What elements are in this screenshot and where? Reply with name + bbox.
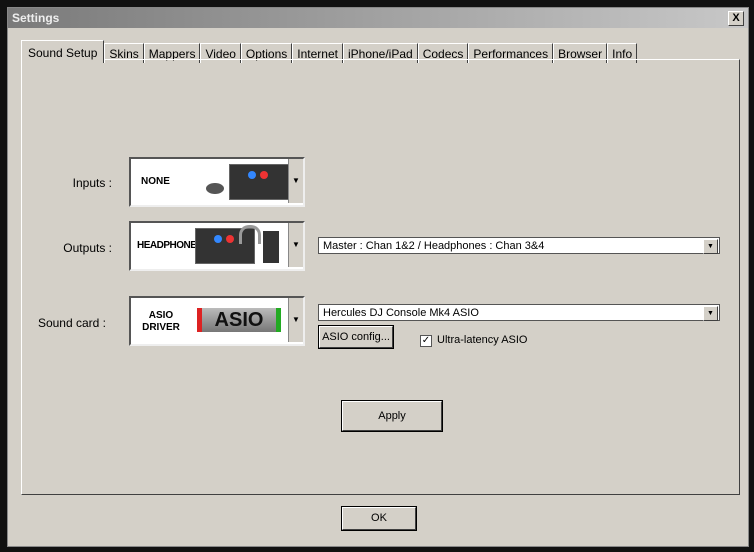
speaker-icon — [263, 231, 279, 263]
sound-setup-panel: Inputs : NONE ▼ Outputs : HEADPHONES ▼ M… — [21, 59, 740, 495]
ok-button[interactable]: OK — [341, 506, 417, 531]
asio-config-button[interactable]: ASIO config... — [318, 325, 394, 349]
window-title: Settings — [12, 11, 60, 25]
output-routing-select[interactable]: Master : Chan 1&2 / Headphones : Chan 3&… — [318, 237, 720, 254]
tab-sound-setup[interactable]: Sound Setup — [21, 40, 105, 63]
outputs-value: HEADPHONES — [137, 240, 203, 251]
sound-device-select[interactable]: Hercules DJ Console Mk4 ASIO ▼ — [318, 304, 720, 321]
chevron-down-icon[interactable]: ▼ — [703, 239, 718, 254]
settings-dialog: Settings X Sound Setup Skins Mappers Vid… — [7, 7, 749, 547]
dropdown-arrow-icon[interactable]: ▼ — [288, 159, 303, 203]
asio-logo: ASIO — [197, 308, 281, 332]
outputs-label: Outputs : — [63, 241, 112, 255]
output-routing-value: Master : Chan 1&2 / Headphones : Chan 3&… — [323, 240, 545, 252]
apply-button[interactable]: Apply — [341, 400, 443, 432]
laptop-icon — [229, 164, 289, 200]
title-bar: Settings X — [8, 8, 748, 28]
close-button[interactable]: X — [728, 11, 744, 26]
dropdown-arrow-icon[interactable]: ▼ — [288, 223, 303, 267]
headphones-icon — [239, 225, 261, 244]
inputs-label: Inputs : — [72, 176, 112, 190]
soundcard-value-line2: DRIVER — [142, 322, 180, 333]
soundcard-label: Sound card : — [37, 316, 106, 330]
inputs-value: NONE — [141, 176, 170, 187]
dropdown-arrow-icon[interactable]: ▼ — [288, 298, 303, 342]
ultra-latency-checkbox[interactable]: ✓ — [420, 335, 432, 347]
mouse-icon — [206, 183, 224, 194]
inputs-selector[interactable]: NONE ▼ — [129, 157, 305, 207]
soundcard-value-line1: ASIO — [148, 310, 174, 321]
sound-device-value: Hercules DJ Console Mk4 ASIO — [323, 307, 479, 319]
soundcard-selector[interactable]: ASIO DRIVER ASIO ▼ — [129, 296, 305, 346]
ultra-latency-label: Ultra-latency ASIO — [437, 334, 528, 346]
chevron-down-icon[interactable]: ▼ — [703, 306, 718, 321]
outputs-selector[interactable]: HEADPHONES ▼ — [129, 221, 305, 271]
